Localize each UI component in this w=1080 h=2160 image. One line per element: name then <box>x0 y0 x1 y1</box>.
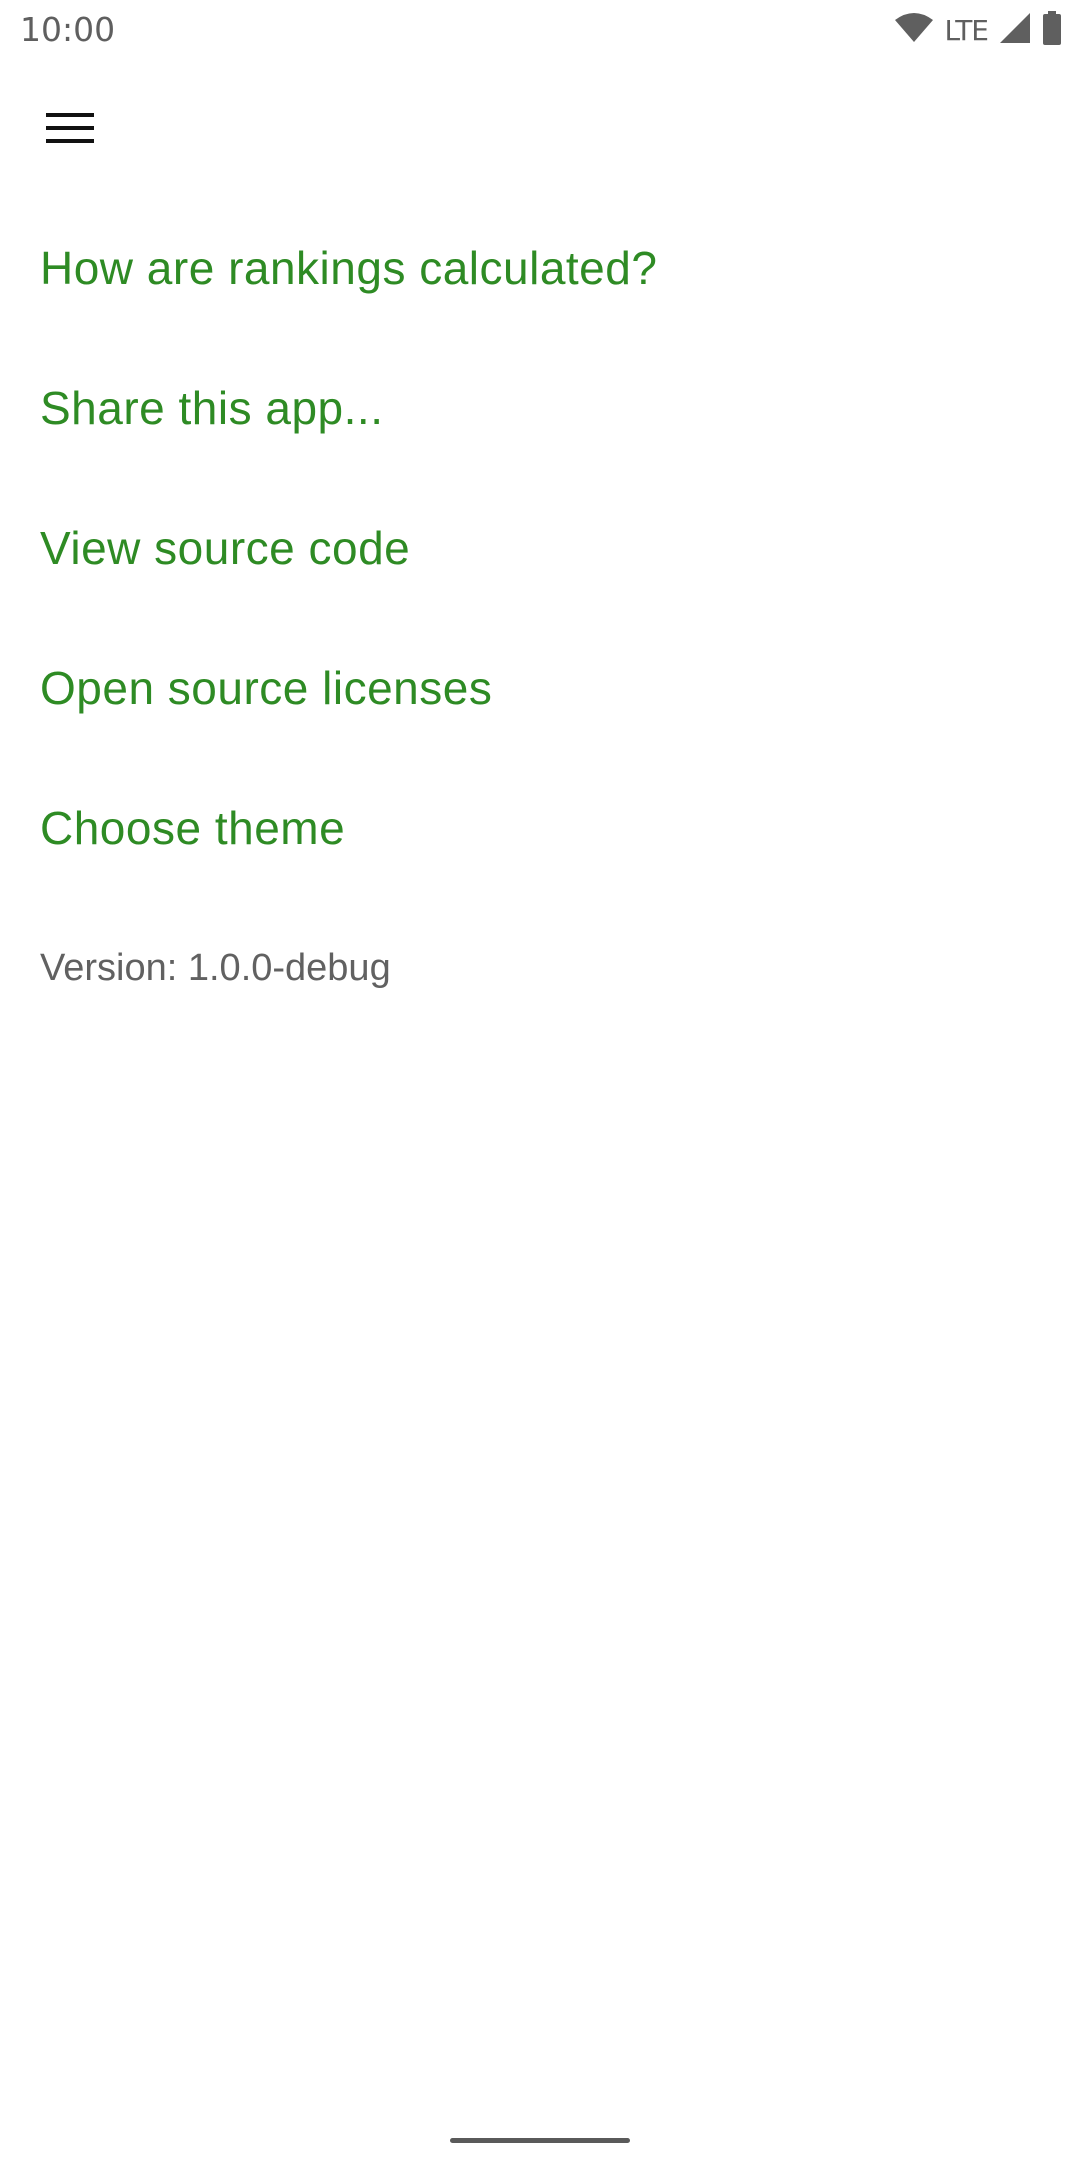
cell-signal-icon <box>998 11 1032 50</box>
menu-item-share-app[interactable]: Share this app... <box>0 338 1080 478</box>
top-app-bar <box>0 70 1080 190</box>
version-label: Version: 1.0.0-debug <box>40 946 391 989</box>
status-icons: LTE <box>894 10 1062 50</box>
hamburger-menu-icon <box>46 111 94 150</box>
network-type-label: LTE <box>944 13 989 47</box>
battery-icon <box>1042 10 1062 50</box>
about-menu-list: How are rankings calculated? Share this … <box>0 198 1080 1038</box>
menu-item-choose-theme[interactable]: Choose theme <box>0 758 1080 898</box>
status-bar: 10:00 LTE <box>0 0 1080 60</box>
menu-item-rankings-info[interactable]: How are rankings calculated? <box>0 198 1080 338</box>
gesture-navigation-handle[interactable] <box>450 2138 630 2143</box>
status-time: 10:00 <box>20 10 116 49</box>
wifi-icon <box>894 12 934 49</box>
about-screen: 10:00 LTE How are rankings calculated? S… <box>0 0 1080 2160</box>
menu-item-licenses[interactable]: Open source licenses <box>0 618 1080 758</box>
menu-item-view-source[interactable]: View source code <box>0 478 1080 618</box>
navigation-menu-button[interactable] <box>30 100 110 160</box>
